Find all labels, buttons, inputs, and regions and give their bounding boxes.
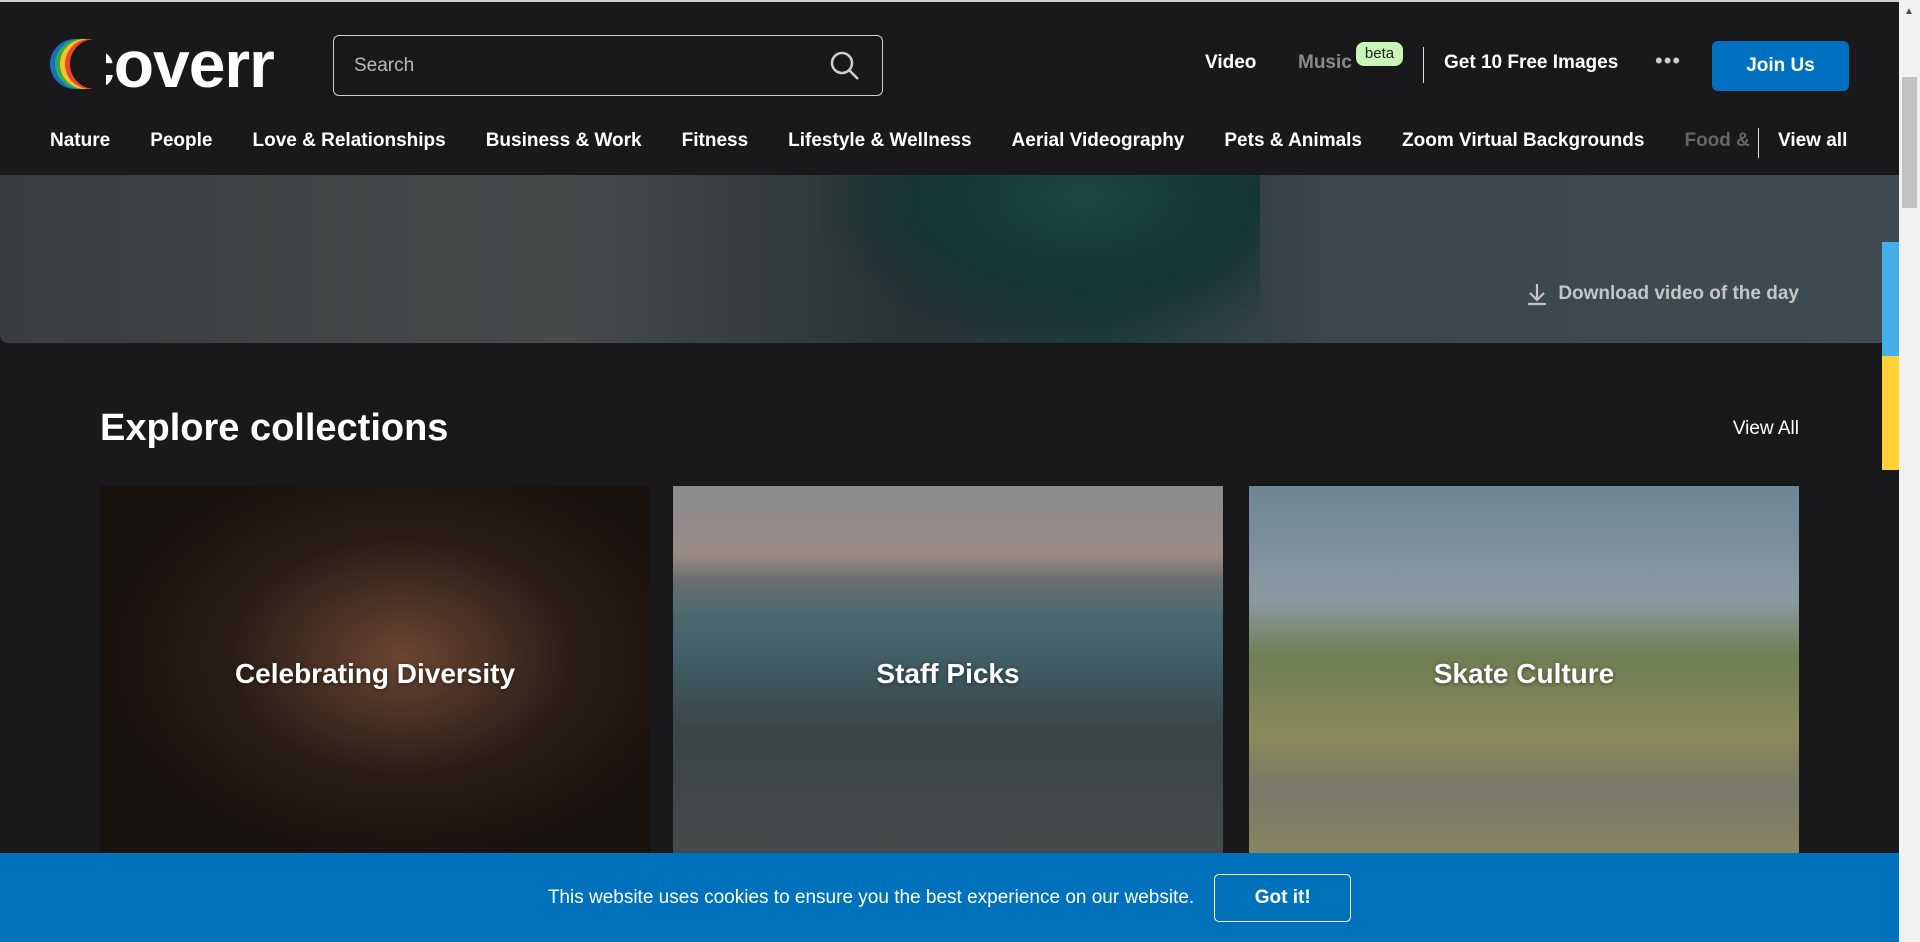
nav-music[interactable]: Music [1298,52,1352,74]
cookie-banner: This website uses cookies to ensure you … [0,853,1899,942]
stripe-blue [1882,242,1899,356]
stripe-yellow [1882,356,1899,470]
category-divider [1758,128,1759,158]
side-feedback-tab[interactable] [1882,242,1899,470]
category-food[interactable]: Food & [1684,130,1749,152]
site-header: coverr Video Music beta Get 10 Free Imag… [0,0,1899,175]
more-icon[interactable]: ••• [1655,48,1681,74]
category-pets-animals[interactable]: Pets & Animals [1224,130,1362,152]
category-zoom-backgrounds[interactable]: Zoom Virtual Backgrounds [1402,130,1644,152]
category-nature[interactable]: Nature [50,130,110,152]
collection-card-skate-culture[interactable]: Skate Culture [1249,486,1799,866]
collections-title: Explore collections [100,407,449,449]
category-fitness[interactable]: Fitness [682,130,749,152]
collection-card-celebrating-diversity[interactable]: Celebrating Diversity [100,486,650,866]
search-icon[interactable] [828,49,862,83]
category-nav: Nature People Love & Relationships Busin… [50,130,1750,152]
cookie-text: This website uses cookies to ensure you … [547,886,1195,908]
scrollbar[interactable]: ▲ [1899,0,1920,942]
category-love-relationships[interactable]: Love & Relationships [253,130,446,152]
search-input[interactable] [354,54,828,77]
nav-divider [1423,47,1424,83]
view-all-categories-link[interactable]: View all [1778,130,1847,152]
nav-free-images[interactable]: Get 10 Free Images [1444,52,1618,74]
coverr-logo[interactable]: coverr [50,27,275,101]
logo-rings-icon [50,39,106,89]
beta-badge: beta [1356,42,1403,66]
collection-title: Celebrating Diversity [234,658,516,689]
join-us-button[interactable]: Join Us [1712,41,1849,91]
logo-text: coverr [78,27,275,101]
search-box[interactable] [333,35,883,96]
category-lifestyle-wellness[interactable]: Lifestyle & Wellness [788,130,971,152]
category-business-work[interactable]: Business & Work [486,130,642,152]
scrollbar-thumb[interactable] [1902,77,1917,208]
page: Download video of the day coverr Video M… [0,0,1899,942]
download-icon [1528,284,1547,306]
got-it-button[interactable]: Got it! [1214,873,1352,922]
scroll-up-icon[interactable]: ▲ [1904,6,1914,17]
collection-title: Staff Picks [876,658,1020,689]
collection-title: Skate Culture [1433,658,1615,689]
view-all-collections-link[interactable]: View All [1733,418,1799,440]
category-aerial-videography[interactable]: Aerial Videography [1012,130,1185,152]
collection-card-staff-picks[interactable]: Staff Picks [673,486,1223,866]
nav-video[interactable]: Video [1205,52,1256,74]
download-label: Download video of the day [1558,283,1799,304]
download-video-link[interactable]: Download video of the day [1526,282,1799,306]
category-people[interactable]: People [150,130,212,152]
